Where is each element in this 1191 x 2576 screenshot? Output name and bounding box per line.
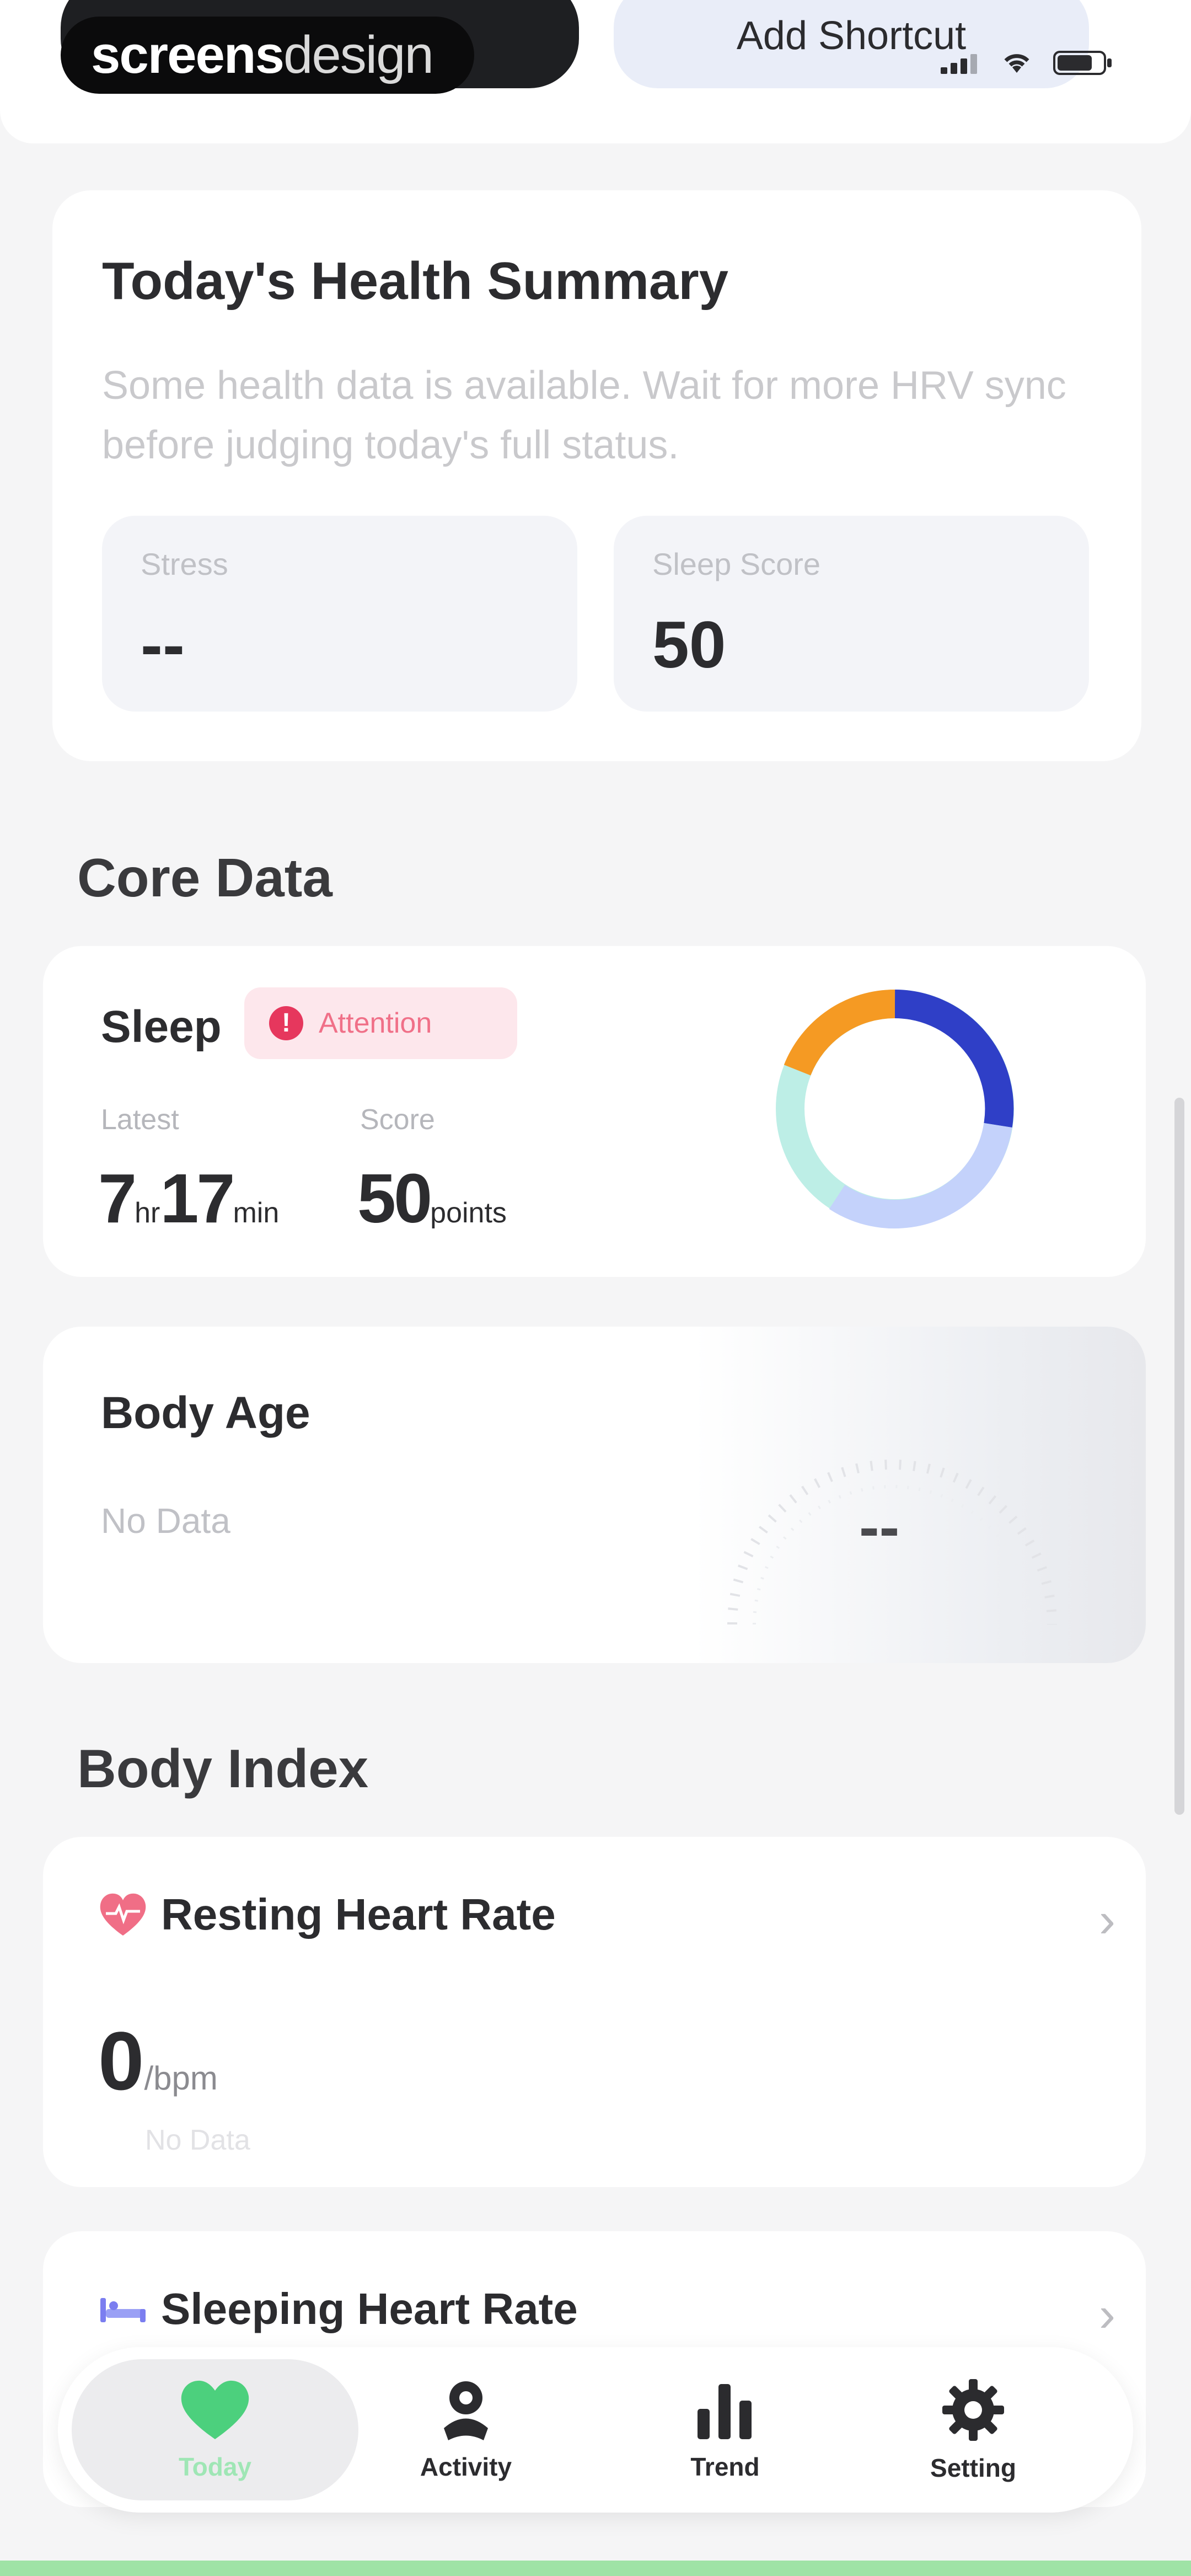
score-number: 50 (357, 1159, 432, 1237)
attention-badge: ! Attention (244, 987, 517, 1059)
tab-today[interactable]: Today (72, 2359, 358, 2500)
stress-value: -- (141, 608, 185, 682)
donut-segment-light-blue (829, 1123, 1012, 1229)
chevron-right-icon[interactable]: › (1099, 1892, 1115, 1949)
sleep-score-points: 50points (357, 1158, 507, 1238)
sleep-score-value: 50 (652, 608, 726, 682)
gear-icon (942, 2379, 1004, 2441)
heart-icon (181, 2380, 249, 2439)
body-age-card[interactable]: Body Age No Data -- (43, 1327, 1146, 1663)
donut-segment-blue (894, 990, 1014, 1128)
brand-watermark: screensdesign (61, 17, 474, 94)
top-actions-row: screensdesign Add Shortcut (0, 0, 1191, 143)
heart-pulse-icon (100, 1893, 146, 1936)
bottom-tab-bar: Today Activity Trend Setting (58, 2347, 1133, 2513)
latest-hours: 7 (98, 1159, 137, 1237)
tab-trend[interactable]: Trend (609, 2347, 841, 2513)
sleep-card[interactable]: Sleep ! Attention Latest 7hr17min Score … (43, 946, 1146, 1277)
score-unit: points (430, 1197, 507, 1229)
bar-chart-icon (698, 2383, 752, 2439)
score-label: Score (360, 1104, 435, 1136)
scrollbar[interactable] (1174, 1098, 1184, 1815)
wifi-icon (1004, 54, 1029, 73)
sleeping-heart-rate-title: Sleeping Heart Rate (161, 2284, 578, 2333)
attention-text: Attention (319, 1007, 432, 1039)
brand-bold-text: screens (91, 25, 285, 84)
body-index-title: Body Index (77, 1738, 369, 1799)
sleeping-heart-rate-header: Sleeping Heart Rate (98, 2284, 578, 2334)
sleep-score-label: Sleep Score (652, 547, 821, 581)
bpm-unit: /bpm (144, 2060, 218, 2097)
sleep-score-metric-box[interactable]: Sleep Score 50 (614, 516, 1089, 712)
body-age-title: Body Age (101, 1388, 310, 1438)
tab-trend-label: Trend (690, 2452, 760, 2481)
status-bar-icons (941, 50, 1114, 76)
cellular-signal-icon (941, 52, 980, 74)
tab-setting[interactable]: Setting (857, 2347, 1089, 2513)
tab-today-label: Today (178, 2452, 252, 2481)
summary-description: Some health data is available. Wait for … (102, 364, 1066, 467)
stress-metric-box[interactable]: Stress -- (102, 516, 577, 712)
latest-label: Latest (101, 1104, 179, 1136)
resting-heart-rate-number: 0 (98, 2014, 144, 2107)
resting-heart-rate-header: Resting Heart Rate (98, 1889, 556, 1940)
hours-unit: hr (135, 1197, 160, 1229)
tab-activity-label: Activity (420, 2452, 512, 2481)
brand-light-text: design (283, 25, 434, 84)
sleep-title: Sleep (101, 1002, 222, 1052)
health-summary-card: Today's Health Summary Some health data … (52, 190, 1141, 761)
resting-heart-rate-title: Resting Heart Rate (161, 1890, 556, 1939)
bed-icon (100, 2298, 146, 2322)
chevron-right-icon[interactable]: › (1099, 2286, 1115, 2343)
latest-sleep-value: 7hr17min (98, 1158, 279, 1238)
summary-title: Today's Health Summary (102, 252, 729, 311)
stress-label: Stress (141, 547, 228, 581)
core-data-title: Core Data (77, 847, 332, 908)
body-age-status: No Data (101, 1501, 230, 1541)
battery-icon (1053, 51, 1112, 75)
minutes-unit: min (233, 1197, 280, 1229)
resting-heart-rate-status: No Data (145, 2124, 250, 2156)
resting-heart-rate-card[interactable]: Resting Heart Rate › 0/bpm No Data (43, 1837, 1146, 2187)
latest-minutes: 17 (160, 1159, 235, 1237)
tab-setting-label: Setting (930, 2454, 1016, 2482)
activity-icon (444, 2381, 488, 2440)
tab-activity[interactable]: Activity (350, 2347, 582, 2513)
donut-segment-orange (784, 989, 895, 1076)
bottom-accent-strip (0, 2561, 1191, 2576)
body-age-value: -- (859, 1493, 900, 1561)
sleep-stages-donut-chart (776, 989, 1014, 1229)
alert-icon: ! (269, 1006, 303, 1040)
resting-heart-rate-value: 0/bpm (98, 2013, 218, 2109)
